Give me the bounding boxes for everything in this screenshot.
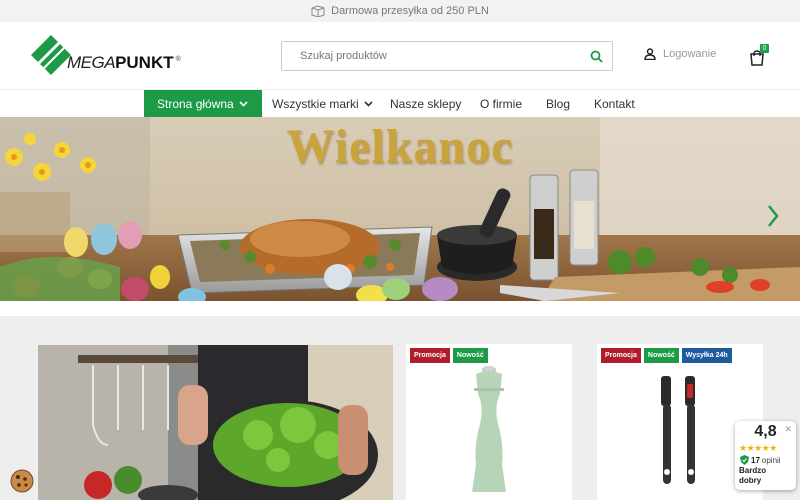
megapunkt-logo[interactable]: MEGAPUNKT ® <box>31 35 181 77</box>
verified-shield-icon <box>740 455 749 465</box>
nav-item-stores[interactable]: Nasze sklepy <box>390 90 461 117</box>
nav-item-label: Nasze sklepy <box>390 96 462 111</box>
free-shipping-text: Darmowa przesyłka od 250 PLN <box>331 5 489 17</box>
search-icon[interactable] <box>588 48 604 64</box>
nav-item-label: O firmie <box>480 96 522 111</box>
product-card[interactable]: Promocja Nowość <box>406 344 572 500</box>
pepper-mill-image <box>472 366 506 492</box>
nav-item-label: Strona główna <box>157 96 234 111</box>
nav-item-label: Blog <box>546 96 571 111</box>
login-link[interactable]: Logowanie <box>644 48 716 60</box>
site-header: MEGAPUNKT® Logowanie 0 <box>0 22 800 90</box>
easter-hero-banner[interactable]: Wielkanoc <box>0 117 800 301</box>
cart-count-badge: 0 <box>760 44 769 53</box>
logo-mark-icon <box>31 35 71 75</box>
nav-item-home[interactable]: Strona główna <box>144 90 262 117</box>
rating-count-label: opinii <box>761 455 781 465</box>
logo-wordmark: MEGAPUNKT ® <box>67 53 181 72</box>
rating-verdict: Bardzo dobry <box>739 466 767 485</box>
close-icon[interactable]: ✕ <box>784 424 792 435</box>
search-input[interactable] <box>282 42 572 70</box>
nav-item-blog[interactable]: Blog <box>546 90 570 117</box>
nav-item-label: Kontakt <box>594 96 635 111</box>
rating-count: 17 <box>751 455 760 465</box>
promo-salad-image[interactable] <box>38 345 393 500</box>
user-icon <box>644 48 656 60</box>
nav-item-brands[interactable]: Wszystkie marki <box>272 90 373 117</box>
free-shipping-bar: Darmowa przesyłka od 250 PLN <box>0 0 800 22</box>
box-icon <box>311 5 325 17</box>
nav-item-contact[interactable]: Kontakt <box>594 90 635 117</box>
chevron-right-icon[interactable] <box>766 203 780 229</box>
nav-item-label: Wszystkie marki <box>272 96 359 111</box>
search-box <box>281 41 613 71</box>
cookie-icon[interactable] <box>9 468 35 494</box>
main-nav: Strona główna Wszystkie marki Nasze skle… <box>0 90 800 117</box>
rating-count-row: 17 opinii <box>740 455 781 465</box>
promo-section: Promocja Nowość Promocja Nowość Wysyłka … <box>0 316 800 500</box>
banner-title: Wielkanoc <box>286 120 514 173</box>
login-label: Logowanie <box>663 48 717 60</box>
rating-widget[interactable]: 4,8 ✕ ★★★★★ 17 opinii Bardzo dobry <box>735 421 796 490</box>
chevron-down-icon <box>239 100 248 107</box>
chevron-down-icon <box>364 100 373 107</box>
rating-stars: ★★★★★ <box>739 443 777 453</box>
nav-item-about[interactable]: O firmie <box>480 90 522 117</box>
cart-button[interactable]: 0 <box>749 44 771 67</box>
salad-photo <box>38 345 393 500</box>
